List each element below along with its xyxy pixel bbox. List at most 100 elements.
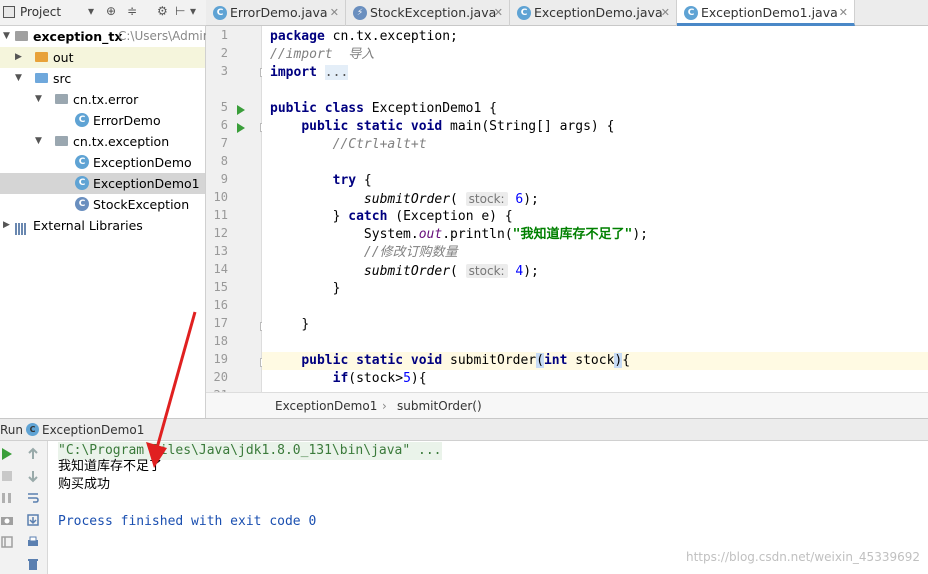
code-text: ExceptionDemo1 { [363, 101, 497, 116]
line-number: 20 [213, 370, 228, 384]
code-line: submitOrder( stock: 6); [363, 192, 539, 207]
tree-item-errordemo[interactable]: C ErrorDemo [0, 110, 205, 131]
tree-item-cn-tx-exception[interactable]: ▼ cn.tx.exception [0, 131, 205, 152]
chevron-right-icon[interactable]: ▶ [15, 47, 22, 68]
folded-imports[interactable]: ... [324, 65, 349, 80]
rerun-icon[interactable] [0, 447, 14, 461]
tree-item-label: src [53, 71, 72, 86]
tree-item-stockexception[interactable]: C StockException [0, 194, 205, 215]
keyword: public static void [301, 119, 443, 134]
param-hint: stock: [465, 264, 508, 278]
breadcrumb: ExceptionDemo1 › submitOrder() [206, 392, 928, 418]
package-icon [55, 136, 68, 146]
code-line: public class ExceptionDemo1 { [262, 100, 928, 118]
tree-item-exception-tx[interactable]: ▼ exception_tx C:\Users\Admir [0, 26, 208, 47]
line-number: 15 [213, 280, 228, 294]
tab-label: ErrorDemo.java [230, 5, 328, 20]
code-line: } [262, 316, 928, 334]
dropdown-icon[interactable]: ▾ [88, 4, 94, 18]
chevron-down-icon[interactable]: ▼ [35, 131, 42, 152]
line-number: 9 [220, 172, 228, 186]
project-panel-title[interactable]: Project [20, 5, 61, 19]
class-icon: C [213, 6, 227, 20]
code-line: import ... [262, 64, 928, 82]
tab-label: ExceptionDemo1.java [701, 5, 838, 20]
chevron-down-icon[interactable]: ▼ [15, 68, 22, 89]
chevron-down-icon[interactable]: ▼ [35, 89, 42, 110]
code-line: System.out.println("我知道库存不足了"); [262, 226, 928, 244]
keyword: catch [348, 209, 388, 224]
camera-icon[interactable] [0, 513, 14, 527]
tab-stockexception[interactable]: ⚡ StockException.java ✕ [346, 0, 510, 26]
line-number: 3 [220, 64, 228, 78]
line-number: 19 [213, 352, 228, 366]
code-editor[interactable]: package cn.tx.exception; //import 导入 imp… [262, 26, 928, 392]
trash-icon[interactable] [26, 557, 40, 571]
tab-label: ExceptionDemo.java [534, 5, 663, 20]
class-icon: C [26, 423, 39, 436]
gear-icon[interactable]: ⚙ [157, 4, 168, 18]
tree-item-exceptiondemo[interactable]: C ExceptionDemo [0, 152, 205, 173]
tree-item-label: cn.tx.exception [73, 134, 170, 149]
line-number: 2 [220, 46, 228, 60]
tab-errordemo[interactable]: C ErrorDemo.java ✕ [206, 0, 346, 26]
number: 5 [403, 371, 411, 386]
exception-class-icon: ⚡ [353, 6, 367, 20]
close-icon[interactable]: ✕ [330, 0, 339, 26]
line-number: 13 [213, 244, 228, 258]
line-number: 17 [213, 316, 228, 330]
chevron-right-icon[interactable]: ▶ [3, 215, 10, 236]
run-class-icon[interactable] [237, 105, 245, 115]
class-icon: C [517, 6, 531, 20]
line-number: 11 [213, 208, 228, 222]
keyword: import [270, 65, 317, 80]
close-icon[interactable]: ✕ [661, 0, 670, 26]
more-icon[interactable]: ▾ [190, 4, 196, 18]
tab-exceptiondemo1[interactable]: C ExceptionDemo1.java ✕ [677, 0, 855, 26]
project-panel-header: Project ▾ ⊕ ≑ ⚙ ⊢ ▾ [0, 0, 206, 26]
line-number: 7 [220, 136, 228, 150]
tree-item-label: out [53, 50, 74, 65]
tree-item-path: C:\Users\Admir [118, 29, 208, 43]
method-call: submitOrder [363, 192, 451, 207]
tab-exceptiondemo[interactable]: C ExceptionDemo.java ✕ [510, 0, 677, 26]
breadcrumb-separator: › [382, 399, 387, 413]
tree-item-exceptiondemo1[interactable]: C ExceptionDemo1 [0, 173, 205, 194]
soft-wrap-icon[interactable] [26, 491, 40, 505]
stop-icon[interactable] [0, 469, 14, 483]
collapse-icon[interactable]: ≑ [127, 4, 137, 18]
hide-icon[interactable]: ⊢ [175, 4, 185, 18]
annotation-arrow-icon [146, 311, 197, 468]
down-arrow-icon[interactable] [26, 469, 40, 483]
tree-item-src[interactable]: ▼ src [0, 68, 205, 89]
restore-layout-icon[interactable] [0, 535, 14, 549]
code-text: ); [632, 227, 648, 242]
tree-item-out[interactable]: ▶ out [0, 47, 205, 68]
chevron-down-icon[interactable]: ▼ [3, 26, 10, 47]
locate-icon[interactable]: ⊕ [106, 4, 116, 18]
run-panel-label[interactable]: Run [0, 423, 23, 437]
code-line: //修改订购数量 [262, 244, 928, 262]
field: out [418, 227, 443, 242]
breadcrumb-class[interactable]: ExceptionDemo1 [275, 399, 377, 413]
exception-class-icon: C [75, 197, 89, 211]
run-config-label[interactable]: ExceptionDemo1 [42, 423, 144, 437]
print-icon[interactable] [26, 535, 40, 549]
code-text: ){ [410, 371, 427, 386]
close-icon[interactable]: ✕ [839, 0, 848, 26]
breadcrumb-method[interactable]: submitOrder() [397, 399, 482, 413]
tree-item-external-libraries[interactable]: ▶ External Libraries [0, 215, 205, 236]
tree-item-label: ExceptionDemo1 [93, 176, 200, 191]
scroll-to-end-icon[interactable] [26, 513, 40, 527]
code-line: package cn.tx.exception; [262, 28, 928, 46]
tree-item-label: ErrorDemo [93, 113, 161, 128]
code-text: ); [523, 264, 539, 279]
up-arrow-icon[interactable] [26, 447, 40, 461]
tree-item-cn-tx-error[interactable]: ▼ cn.tx.error [0, 89, 205, 110]
pause-icon[interactable] [0, 491, 14, 505]
run-main-icon[interactable] [237, 123, 245, 133]
line-number: 1 [220, 28, 228, 42]
keyword: int [543, 353, 568, 368]
close-icon[interactable]: ✕ [494, 0, 503, 26]
code-line: if(stock>5){ [262, 370, 928, 388]
